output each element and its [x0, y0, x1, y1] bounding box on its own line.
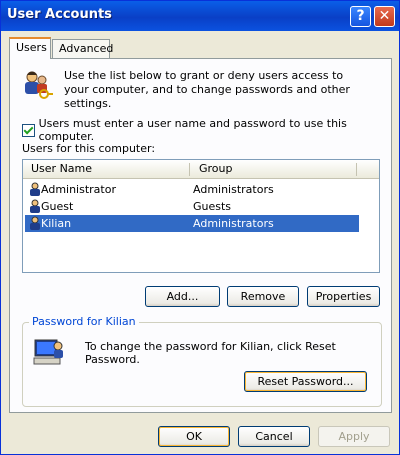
- checkbox-box[interactable]: [22, 123, 35, 137]
- reset-password-button[interactable]: Reset Password...: [244, 371, 367, 392]
- apply-button: Apply: [318, 426, 390, 447]
- list-header: User Name Group: [23, 160, 379, 179]
- column-user-name[interactable]: User Name: [31, 162, 92, 175]
- column-group[interactable]: Group: [199, 162, 233, 175]
- user-name-cell: Administrator: [41, 183, 116, 196]
- add-button[interactable]: Add...: [145, 286, 220, 307]
- group-cell: Administrators: [193, 183, 274, 196]
- table-row[interactable]: Guest Guests: [25, 198, 359, 215]
- checkbox-label: Users must enter a user name and passwor…: [38, 117, 347, 143]
- user-name-cell: Kilian: [41, 217, 72, 230]
- require-password-checkbox[interactable]: Users must enter a user name and passwor…: [22, 117, 391, 143]
- title-bar[interactable]: User Accounts ? ✕: [1, 1, 399, 31]
- user-icon: [29, 199, 41, 216]
- users-list-label: Users for this computer:: [22, 142, 156, 155]
- users-list[interactable]: User Name Group Administrator Administra…: [22, 159, 380, 273]
- table-row-selected[interactable]: Kilian Administrators: [25, 215, 359, 232]
- user-icon: [29, 182, 41, 199]
- computer-password-icon: [33, 337, 65, 370]
- user-icon: [29, 216, 41, 233]
- window-title: User Accounts: [7, 7, 112, 22]
- cancel-button[interactable]: Cancel: [238, 426, 310, 447]
- group-cell: Administrators: [193, 217, 274, 230]
- tab-advanced[interactable]: Advanced: [52, 39, 113, 59]
- users-key-icon: [20, 69, 54, 104]
- users-tab-panel: Use the list below to grant or deny user…: [9, 58, 392, 413]
- close-button[interactable]: ✕: [374, 6, 395, 27]
- remove-button[interactable]: Remove: [227, 286, 299, 307]
- help-button[interactable]: ?: [350, 6, 371, 27]
- user-accounts-window: User Accounts ? ✕ Users Advanced Use the…: [0, 0, 400, 455]
- intro-text: Use the list below to grant or deny user…: [64, 69, 350, 110]
- column-divider[interactable]: [189, 163, 190, 176]
- tab-users[interactable]: Users: [9, 37, 51, 59]
- column-divider[interactable]: [356, 163, 357, 176]
- password-groupbox: Password for Kilian To change the passwo…: [22, 315, 382, 407]
- user-name-cell: Guest: [41, 200, 74, 213]
- ok-button[interactable]: OK: [158, 426, 230, 447]
- password-instructions: To change the password for Kilian, click…: [85, 340, 336, 366]
- properties-button[interactable]: Properties: [307, 286, 380, 307]
- password-group-title: Password for Kilian: [29, 315, 139, 328]
- table-row[interactable]: Administrator Administrators: [25, 181, 359, 198]
- group-cell: Guests: [193, 200, 232, 213]
